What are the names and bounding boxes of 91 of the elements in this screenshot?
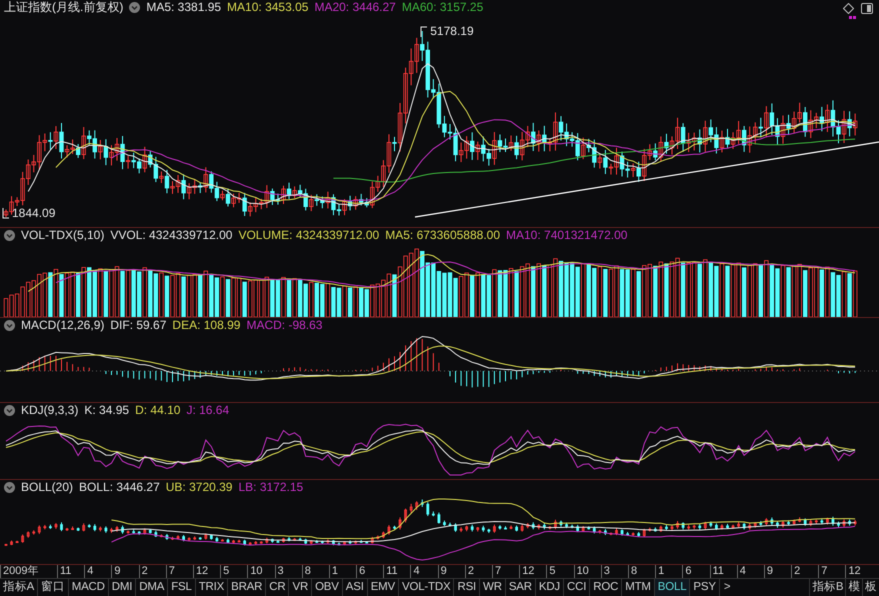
flag-icon xyxy=(2,208,10,219)
indicator-tab[interactable]: 指标A xyxy=(0,579,38,596)
axis-label: 2 xyxy=(794,565,800,577)
dropdown-icon[interactable] xyxy=(4,405,15,416)
axis-label: 1 xyxy=(658,565,664,577)
axis-label: 1 xyxy=(332,565,338,577)
indicator-reading: VVOL: 4324339712.00 xyxy=(110,228,232,243)
flag-icon xyxy=(420,26,428,37)
panel-toggle-icon[interactable] xyxy=(861,3,873,14)
indicator-name: KDJ(9,3,3) xyxy=(21,403,78,418)
indicator-tab[interactable]: DMA xyxy=(136,579,168,596)
axis-label: 7 xyxy=(495,565,502,577)
axis-label: 7 xyxy=(821,565,828,577)
panel-tab[interactable]: 模 xyxy=(845,579,862,596)
indicator-tab[interactable]: KDJ xyxy=(536,579,564,596)
axis-label: 4 xyxy=(87,565,94,577)
indicator-reading: MA60: 3157.25 xyxy=(402,0,484,15)
panel-tab[interactable]: 指标B xyxy=(809,579,846,596)
axis-label: 2 xyxy=(142,565,148,577)
indicator-reading: UB: 3720.39 xyxy=(166,480,232,495)
axis-label: 2009年 xyxy=(3,565,38,577)
indicator-tab[interactable]: VR xyxy=(289,579,312,596)
axis-label: 7 xyxy=(168,565,175,577)
dots-icon xyxy=(849,16,856,19)
dropdown-icon[interactable] xyxy=(4,482,15,493)
indicator-tab[interactable]: RSI xyxy=(454,579,480,596)
indicator-reading: MA10: 3453.05 xyxy=(227,0,308,15)
axis-label: 10 xyxy=(250,565,263,577)
indicator-tab[interactable]: CCI xyxy=(564,579,590,596)
axis-label: 9 xyxy=(114,565,120,577)
indicator-tab[interactable]: SAR xyxy=(506,579,536,596)
indicator-tab[interactable]: ASI xyxy=(342,579,368,596)
indicator-tab[interactable]: PSY xyxy=(690,579,720,596)
more-tabs-button[interactable]: > xyxy=(720,579,734,596)
indicator-tab[interactable]: DMI xyxy=(108,579,136,596)
indicator-reading: MA20: 3446.27 xyxy=(314,0,396,15)
indicator-reading: J: 16.64 xyxy=(186,403,230,418)
axis-label: 4 xyxy=(413,565,420,577)
indicator-tab[interactable]: BOLL xyxy=(654,579,690,596)
low-price-label: 1844.09 xyxy=(12,207,56,220)
indicator-reading: MA5: 3381.95 xyxy=(146,0,222,15)
indicator-reading: MA5: 6733605888.00 xyxy=(385,228,500,243)
indicator-tab[interactable]: VOL-TDX xyxy=(399,579,454,596)
indicator-reading: VOLUME: 4324339712.00 xyxy=(238,228,380,243)
axis-label: 3 xyxy=(278,565,284,577)
panel-tab[interactable]: 板 xyxy=(862,579,879,596)
axis-label: 9 xyxy=(440,565,447,577)
axis-label: 3 xyxy=(604,565,610,577)
diamond-icon[interactable] xyxy=(843,3,854,14)
indicator-tab[interactable]: FSL xyxy=(168,579,196,596)
axis-label: 12 xyxy=(196,565,208,577)
indicator-name: VOL-TDX(5,10) xyxy=(21,228,104,243)
axis-label: 9 xyxy=(766,565,773,577)
axis-label: 4 xyxy=(740,565,746,577)
axis-label: 12 xyxy=(848,565,861,577)
dropdown-icon[interactable] xyxy=(4,320,15,331)
indicator-reading: DEA: 108.99 xyxy=(172,318,240,333)
indicator-tab[interactable]: CR xyxy=(266,579,290,596)
indicator-reading: D: 44.10 xyxy=(135,403,180,418)
indicator-tab[interactable]: 窗口 xyxy=(38,579,69,596)
indicator-tab[interactable]: TRIX xyxy=(196,579,228,596)
indicator-name: BOLL(20) xyxy=(21,480,74,495)
axis-label: 6 xyxy=(359,565,366,577)
indicator-tab[interactable]: BRAR xyxy=(228,579,266,596)
indicator-reading: LB: 3172.15 xyxy=(238,480,304,495)
indicator-tab[interactable]: MACD xyxy=(68,579,109,596)
indicator-reading: MACD: -98.63 xyxy=(246,318,322,333)
indicator-tab[interactable]: WR xyxy=(480,579,506,596)
axis-label: 11 xyxy=(712,565,724,577)
chart-title: 上证指数(月线.前复权) xyxy=(4,0,124,15)
dropdown-icon[interactable] xyxy=(4,230,15,241)
indicator-reading: K: 34.95 xyxy=(84,403,130,418)
indicator-tab[interactable]: OBV xyxy=(312,579,343,596)
axis-label: 11 xyxy=(60,565,72,577)
axis-label: 11 xyxy=(386,565,398,577)
indicator-reading: BOLL: 3446.27 xyxy=(79,480,160,495)
indicator-tab[interactable]: EMV xyxy=(368,579,400,596)
indicator-reading: MA10: 7401321472.00 xyxy=(506,228,628,243)
axis-label: 8 xyxy=(304,565,311,577)
axis-label: 12 xyxy=(522,565,534,577)
indicator-tab[interactable]: ROC xyxy=(590,579,622,596)
dropdown-icon[interactable] xyxy=(129,2,140,13)
axis-label: 8 xyxy=(630,565,638,577)
axis-label: 6 xyxy=(685,565,692,577)
high-price-label: 5178.19 xyxy=(430,25,474,38)
axis-label: 5 xyxy=(549,565,556,577)
axis-label: 10 xyxy=(576,565,589,577)
indicator-reading: DIF: 59.67 xyxy=(110,318,166,333)
indicator-name: MACD(12,26,9) xyxy=(21,318,104,333)
axis-label: 2 xyxy=(468,565,474,577)
axis-label: 5 xyxy=(223,565,230,577)
